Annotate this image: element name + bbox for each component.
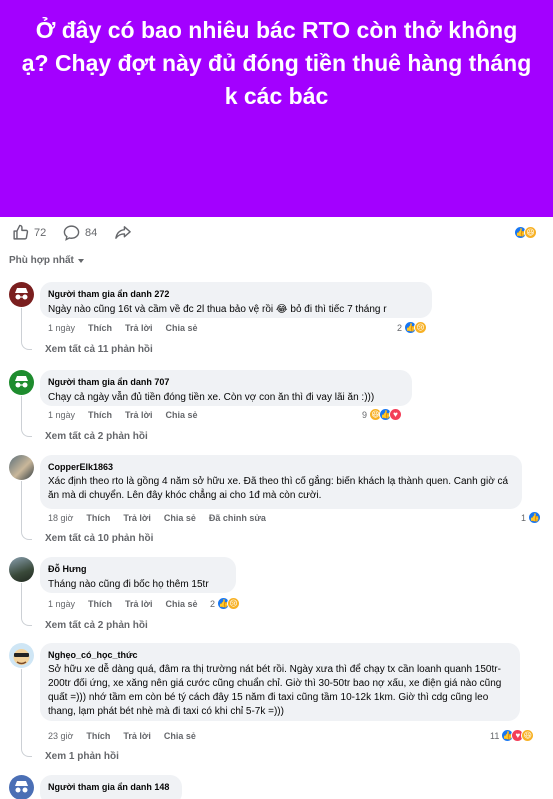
sad-reaction-icon: 😢	[227, 597, 241, 610]
share-icon	[115, 226, 131, 239]
comment-bubble: Người tham gia ẩn danh 148	[40, 775, 182, 799]
chevron-down-icon	[77, 258, 84, 263]
comment-button[interactable]: 84	[63, 224, 97, 241]
reply-action[interactable]: Trả lời	[125, 323, 152, 333]
view-replies-link[interactable]: Xem tất cả 11 phản hồi	[45, 344, 153, 355]
like-reaction-icon: 👍	[528, 511, 542, 524]
post-text: Ở đây có bao nhiêu bác RTO còn thở không…	[21, 17, 532, 109]
share-action[interactable]: Chia sẻ	[165, 599, 197, 609]
avatar[interactable]	[9, 775, 34, 799]
heart-reaction-icon: ♥	[389, 408, 403, 421]
comment-actions: 23 giờ Thích Trả lời Chia sẻ	[48, 731, 209, 741]
comment-time[interactable]: 1 ngày	[48, 410, 75, 420]
thread-connector	[21, 669, 32, 757]
reaction-count: 1	[521, 512, 527, 523]
commenter-name[interactable]: CopperElk1863	[48, 461, 512, 473]
avatar[interactable]	[9, 282, 34, 307]
reaction-count: 9	[362, 409, 368, 420]
comment-bubble: Đỗ Hưng Tháng nào cũng đi bốc họ thêm 15…	[40, 557, 236, 593]
commenter-name[interactable]: Đỗ Hưng	[48, 563, 226, 575]
reaction-count: 2	[210, 598, 216, 609]
comment-text: Chạy cả ngày vẫn đủ tiền đóng tiền xe. C…	[48, 392, 375, 403]
post-reaction-summary[interactable]: 👍 😆	[514, 226, 537, 239]
view-replies-link[interactable]: Xem tất cả 2 phản hồi	[45, 431, 148, 442]
avatar[interactable]	[9, 643, 34, 668]
avatar[interactable]	[9, 557, 34, 582]
like-count: 72	[34, 226, 47, 239]
thread-connector	[21, 583, 32, 626]
reaction-count: 11	[490, 730, 500, 741]
share-action[interactable]: Chia sẻ	[164, 731, 196, 741]
thread-connector	[21, 308, 32, 350]
comment-reactions[interactable]: 1 👍	[521, 511, 542, 524]
sort-label: Phù hợp nhất	[9, 255, 74, 266]
comment-reactions[interactable]: 11 👍 ♥ 😆	[490, 729, 535, 742]
reply-action[interactable]: Trả lời	[125, 410, 152, 420]
thumbs-up-icon	[13, 224, 29, 240]
share-button[interactable]	[114, 224, 132, 241]
anonymous-icon	[15, 288, 28, 300]
anonymous-icon	[15, 376, 28, 388]
view-replies-link[interactable]: Xem 1 phản hồi	[45, 751, 119, 762]
comment-text: Sở hữu xe dễ dàng quá, đâm ra thị trường…	[48, 664, 502, 717]
comment-time[interactable]: 1 ngày	[48, 323, 75, 333]
like-action[interactable]: Thích	[86, 731, 110, 741]
view-replies-link[interactable]: Xem tất cả 10 phản hồi	[45, 533, 153, 544]
share-action[interactable]: Chia sẻ	[165, 410, 197, 420]
haha-reaction-icon: 😆	[521, 729, 535, 742]
comment-actions: 1 ngày Thích Trả lời Chia sẻ	[48, 410, 210, 420]
like-action[interactable]: Thích	[88, 599, 112, 609]
commenter-name[interactable]: Người tham gia ẩn danh 272	[48, 288, 422, 300]
avatar[interactable]	[9, 455, 34, 480]
commenter-name[interactable]: Người tham gia ẩn danh 148	[48, 781, 172, 793]
reaction-count: 2	[397, 322, 403, 333]
thread-connector	[21, 481, 32, 540]
like-action[interactable]: Thích	[88, 410, 112, 420]
commenter-name[interactable]: Người tham gia ẩn danh 707	[48, 376, 402, 388]
haha-reaction-icon: 😆	[524, 226, 537, 239]
comment-reactions[interactable]: 9 😆 👍 ♥	[362, 408, 403, 421]
comment-actions: 1 ngày Thích Trả lời Chia sẻ	[48, 323, 210, 333]
comment-bubble: Người tham gia ẩn danh 272 Ngày nào cũng…	[40, 282, 432, 318]
comment-text: Xác định theo rto là gồng 4 năm sở hữu x…	[48, 476, 509, 501]
comment-reactions[interactable]: 2 👍 😢	[397, 321, 428, 334]
commenter-name[interactable]: Nghẹo_có_học_thức	[48, 649, 510, 661]
reply-action[interactable]: Trả lời	[125, 599, 152, 609]
comment-bubble: CopperElk1863 Xác định theo rto là gồng …	[40, 455, 522, 509]
comment-sort-dropdown[interactable]: Phù hợp nhất	[9, 255, 84, 266]
like-action[interactable]: Thích	[88, 323, 112, 333]
comment-icon	[63, 225, 80, 241]
comment-time[interactable]: 23 giờ	[48, 731, 73, 741]
comment-actions: 1 ngày Thích Trả lời Chia sẻ	[48, 599, 210, 609]
like-action[interactable]: Thích	[86, 513, 110, 523]
comment-time[interactable]: 1 ngày	[48, 599, 75, 609]
comment-time[interactable]: 18 giờ	[48, 513, 73, 523]
comment-reactions[interactable]: 2 👍 😢	[210, 597, 241, 610]
comment-bubble: Người tham gia ẩn danh 707 Chạy cả ngày …	[40, 370, 412, 406]
reply-action[interactable]: Trả lời	[123, 513, 150, 523]
comment-count: 84	[85, 226, 98, 239]
post-background: Ở đây có bao nhiêu bác RTO còn thở không…	[0, 0, 553, 217]
comment-bubble: Nghẹo_có_học_thức Sở hữu xe dễ dàng quá,…	[40, 643, 520, 721]
thread-connector	[21, 396, 32, 437]
reply-action[interactable]: Trả lời	[123, 731, 150, 741]
sad-reaction-icon: 😢	[414, 321, 428, 334]
edited-label[interactable]: Đã chỉnh sửa	[209, 513, 266, 523]
comment-text: Ngày nào cũng 16t và cầm về đc 2l thua b…	[48, 304, 387, 315]
avatar[interactable]	[9, 370, 34, 395]
cartoon-face-icon	[13, 649, 30, 665]
view-replies-link[interactable]: Xem tất cả 2 phản hồi	[45, 620, 148, 631]
share-action[interactable]: Chia sẻ	[164, 513, 196, 523]
comment-actions: 18 giờ Thích Trả lời Chia sẻ Đã chỉnh sử…	[48, 513, 279, 523]
like-button[interactable]: 72	[12, 224, 46, 241]
post-reaction-bar: 72 84 👍 😆	[0, 217, 553, 249]
anonymous-icon	[15, 781, 28, 793]
share-action[interactable]: Chia sẻ	[165, 323, 197, 333]
comment-text: Tháng nào cũng đi bốc họ thêm 15tr	[48, 579, 209, 590]
